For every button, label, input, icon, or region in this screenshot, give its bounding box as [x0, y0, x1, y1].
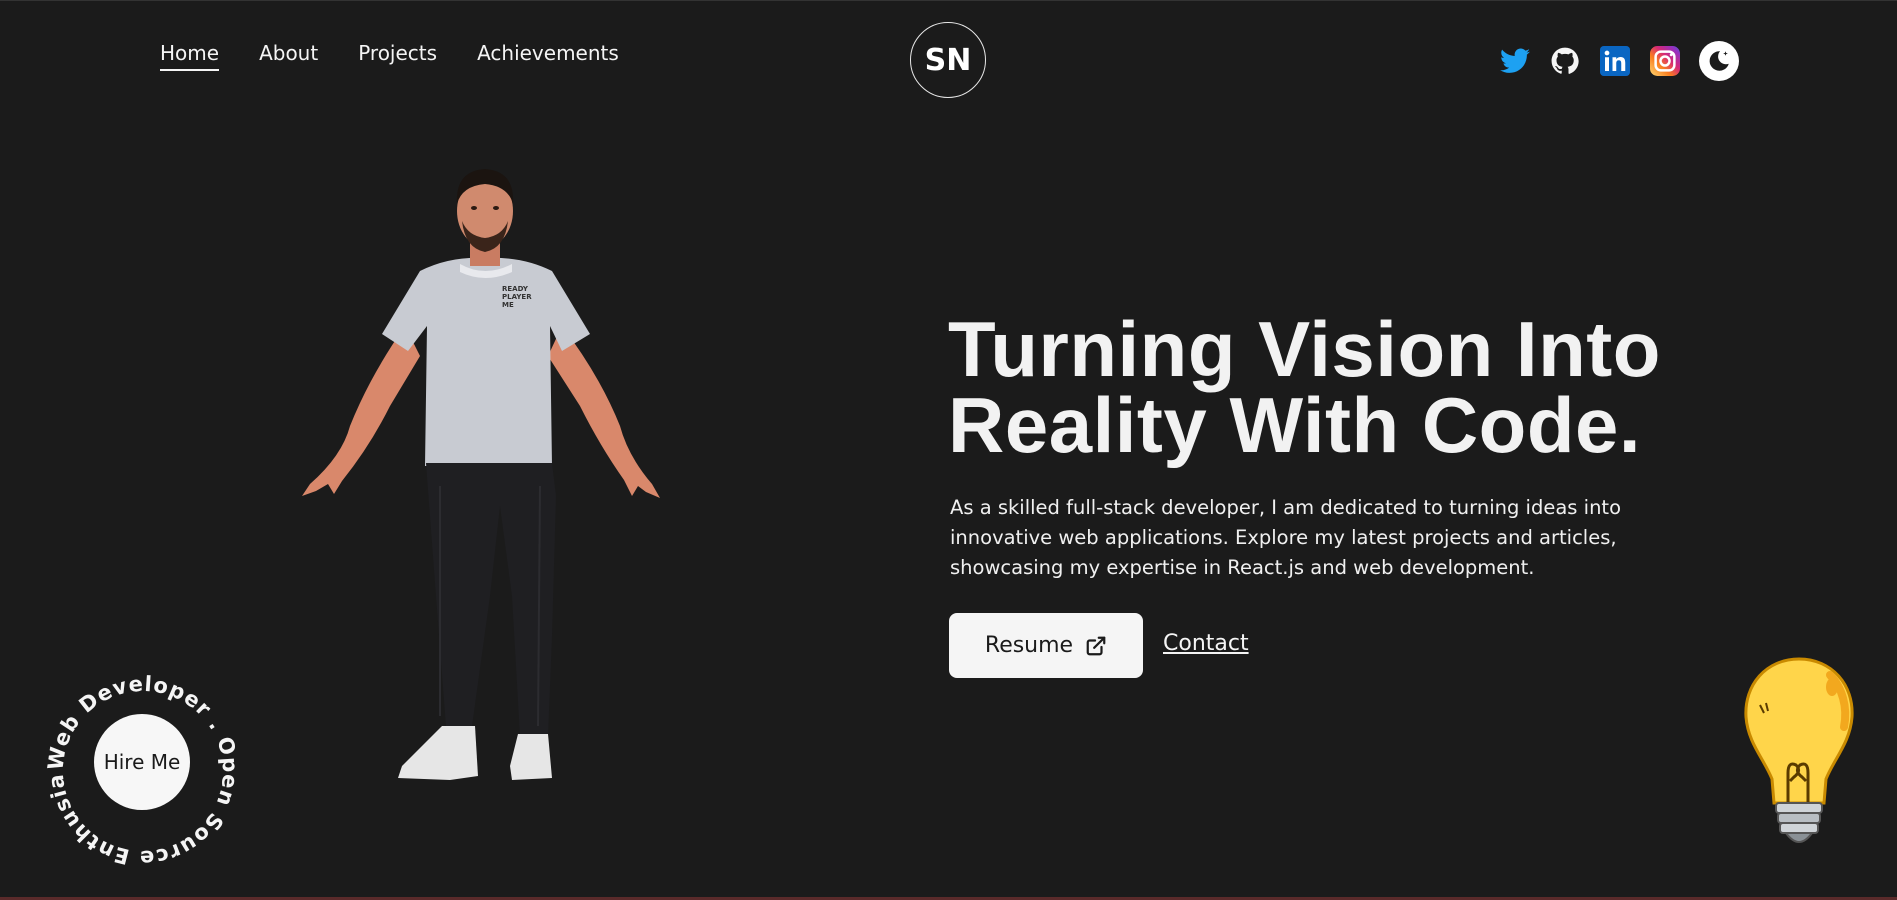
social-links	[1499, 41, 1739, 81]
avatar-illustration: READY PLAYER ME	[290, 166, 680, 806]
svg-text:ME: ME	[502, 301, 514, 309]
site-logo[interactable]: SN	[910, 22, 986, 98]
hire-me-badge: Web Developer . Open Source Enthusiast .…	[31, 647, 248, 876]
nav-about-link[interactable]: About	[259, 41, 318, 71]
resume-button[interactable]: Resume	[949, 613, 1143, 678]
svg-text:PLAYER: PLAYER	[502, 293, 532, 301]
theme-toggle-button[interactable]	[1699, 41, 1739, 81]
moon-icon	[1709, 51, 1729, 71]
github-icon[interactable]	[1549, 45, 1581, 77]
linkedin-icon[interactable]	[1599, 45, 1631, 77]
twitter-icon[interactable]	[1499, 45, 1531, 77]
external-link-icon	[1086, 636, 1106, 655]
nav-home-link[interactable]: Home	[160, 41, 220, 71]
hero-title: Turning Vision Into Reality With Code.	[948, 305, 1661, 469]
hero-description: As a skilled full-stack developer, I am …	[950, 496, 1622, 579]
lightbulb-illustration	[1738, 653, 1860, 858]
instagram-icon[interactable]	[1649, 45, 1681, 77]
svg-text:READY: READY	[502, 285, 529, 293]
main-nav: Home About Projects Achievements	[160, 41, 619, 71]
hire-me-button[interactable]: Hire Me	[94, 714, 190, 810]
nav-achievements-link[interactable]: Achievements	[477, 41, 619, 71]
nav-projects-link[interactable]: Projects	[358, 41, 437, 71]
resume-button-label: Resume	[984, 633, 1074, 658]
contact-link[interactable]: Contact	[1163, 631, 1249, 656]
